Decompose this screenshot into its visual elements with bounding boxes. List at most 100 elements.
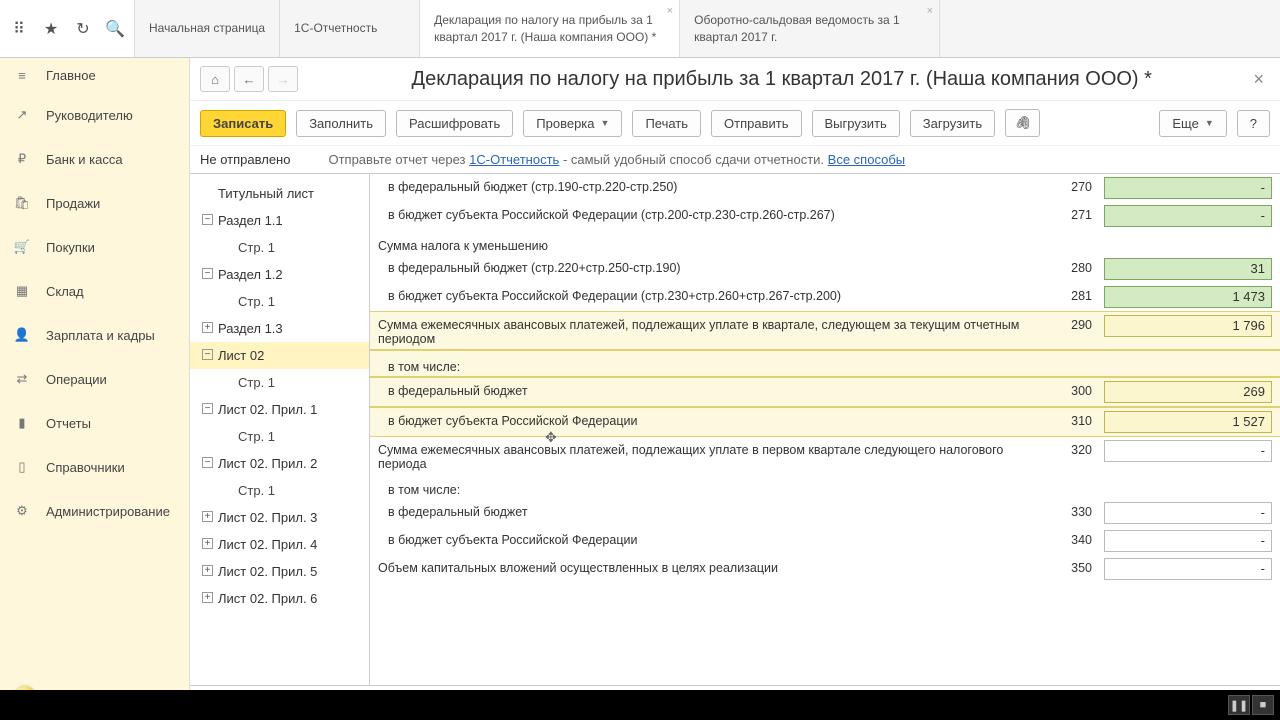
- print-button[interactable]: Печать: [632, 110, 701, 137]
- sidebar-item-1[interactable]: ↗Руководителю: [0, 93, 189, 137]
- tree-node[interactable]: +Лист 02. Прил. 6: [190, 585, 369, 612]
- sidebar-item-4[interactable]: 🛒Покупки: [0, 225, 189, 269]
- row-label: в федеральный бюджет: [378, 381, 1064, 398]
- pause-icon[interactable]: ❚❚: [1228, 695, 1250, 715]
- save-button[interactable]: Записать: [200, 110, 286, 137]
- row-value-input[interactable]: 1 473: [1104, 286, 1272, 308]
- star-icon[interactable]: ★: [42, 20, 60, 38]
- tab-2[interactable]: Декларация по налогу на прибыль за 1 ква…: [420, 0, 680, 57]
- left-sidebar: ≡Главное↗Руководителю₽Банк и касса🛍Прода…: [0, 58, 190, 720]
- sidebar-item-label: Отчеты: [46, 416, 91, 431]
- row-label: в бюджет субъекта Российской Федерации (…: [378, 286, 1064, 303]
- stop-icon[interactable]: ■: [1252, 695, 1274, 715]
- check-button[interactable]: Проверка▼: [523, 110, 622, 137]
- sidebar-item-label: Склад: [46, 284, 84, 299]
- sidebar-item-6[interactable]: 👤Зарплата и кадры: [0, 313, 189, 357]
- collapse-icon[interactable]: −: [202, 349, 213, 360]
- sidebar-item-0[interactable]: ≡Главное: [0, 58, 189, 93]
- tree-node[interactable]: −Раздел 1.2: [190, 261, 369, 288]
- sidebar-item-9[interactable]: ▯Справочники: [0, 445, 189, 489]
- row-code: 281: [1064, 286, 1104, 303]
- close-icon[interactable]: ×: [1247, 69, 1270, 90]
- fill-button[interactable]: Заполнить: [296, 110, 386, 137]
- history-icon[interactable]: ↻: [74, 20, 92, 38]
- row-label: в бюджет субъекта Российской Федерации (…: [378, 205, 1064, 222]
- import-button[interactable]: Загрузить: [910, 110, 995, 137]
- sidebar-item-10[interactable]: ⚙Администрирование: [0, 489, 189, 533]
- tree-node[interactable]: Стр. 1: [190, 234, 369, 261]
- tree-node[interactable]: Стр. 1: [190, 369, 369, 396]
- status-hint: Отправьте отчет через 1С-Отчетность - са…: [328, 152, 905, 167]
- tree-node[interactable]: −Лист 02. Прил. 2: [190, 450, 369, 477]
- row-value-input[interactable]: -: [1104, 558, 1272, 580]
- sidebar-item-label: Зарплата и кадры: [46, 328, 155, 343]
- expand-icon[interactable]: +: [202, 322, 213, 333]
- row-value-input[interactable]: 1 527: [1104, 411, 1272, 433]
- tab-1[interactable]: 1С-Отчетность: [280, 0, 420, 57]
- form-row: в том числе:: [370, 474, 1280, 499]
- toolbar: Записать Заполнить Расшифровать Проверка…: [190, 101, 1280, 146]
- back-button[interactable]: ←: [234, 66, 264, 92]
- more-button[interactable]: Еще▼: [1159, 110, 1226, 137]
- apps-icon[interactable]: ⠿: [10, 20, 28, 38]
- tree-node[interactable]: +Лист 02. Прил. 4: [190, 531, 369, 558]
- tree-node[interactable]: −Лист 02. Прил. 1: [190, 396, 369, 423]
- row-value-input[interactable]: 1 796: [1104, 315, 1272, 337]
- sidebar-item-label: Главное: [46, 68, 96, 83]
- expand-icon[interactable]: +: [202, 511, 213, 522]
- sidebar-item-8[interactable]: ▮Отчеты: [0, 401, 189, 445]
- expand-icon[interactable]: +: [202, 565, 213, 576]
- export-button[interactable]: Выгрузить: [812, 110, 900, 137]
- sidebar-item-label: Продажи: [46, 196, 100, 211]
- document-header: ⌂ ← → Декларация по налогу на прибыль за…: [190, 58, 1280, 101]
- top-bar: ⠿ ★ ↻ 🔍 Начальная страница1С-ОтчетностьД…: [0, 0, 1280, 58]
- collapse-icon[interactable]: −: [202, 457, 213, 468]
- tree-node[interactable]: Титульный лист: [190, 180, 369, 207]
- row-value-input[interactable]: -: [1104, 440, 1272, 462]
- sidebar-item-2[interactable]: ₽Банк и касса: [0, 137, 189, 181]
- tree-node[interactable]: Стр. 1: [190, 477, 369, 504]
- expand-icon[interactable]: +: [202, 592, 213, 603]
- close-icon[interactable]: ×: [927, 4, 933, 19]
- forward-button[interactable]: →: [268, 66, 298, 92]
- help-button[interactable]: ?: [1237, 110, 1270, 137]
- link-1c-report[interactable]: 1С-Отчетность: [469, 152, 559, 167]
- tree-label: Стр. 1: [238, 429, 275, 444]
- tree-node[interactable]: +Лист 02. Прил. 3: [190, 504, 369, 531]
- sidebar-item-5[interactable]: ▦Склад: [0, 269, 189, 313]
- tab-3[interactable]: Оборотно-сальдовая ведомость за 1 кварта…: [680, 0, 940, 57]
- row-code: 300: [1064, 381, 1104, 398]
- link-all-methods[interactable]: Все способы: [828, 152, 905, 167]
- collapse-icon[interactable]: −: [202, 268, 213, 279]
- tree-node[interactable]: −Лист 02: [190, 342, 369, 369]
- tree-node[interactable]: −Раздел 1.1: [190, 207, 369, 234]
- collapse-icon[interactable]: −: [202, 403, 213, 414]
- sidebar-item-3[interactable]: 🛍Продажи: [0, 181, 189, 225]
- decode-button[interactable]: Расшифровать: [396, 110, 513, 137]
- row-value-input[interactable]: -: [1104, 205, 1272, 227]
- form-row: в бюджет субъекта Российской Федерации (…: [370, 283, 1280, 311]
- expand-icon[interactable]: +: [202, 538, 213, 549]
- tree-node[interactable]: +Лист 02. Прил. 5: [190, 558, 369, 585]
- attach-button[interactable]: 🖇: [1005, 109, 1040, 137]
- tab-label: Оборотно-сальдовая ведомость за 1 кварта…: [694, 12, 925, 46]
- tree-node[interactable]: Стр. 1: [190, 288, 369, 315]
- row-value-input[interactable]: -: [1104, 530, 1272, 552]
- row-value-input[interactable]: 31: [1104, 258, 1272, 280]
- tree-node[interactable]: +Раздел 1.3: [190, 315, 369, 342]
- tree-label: Лист 02. Прил. 2: [218, 456, 317, 471]
- search-icon[interactable]: 🔍: [106, 20, 124, 38]
- form-row: в федеральный бюджет330-: [370, 499, 1280, 527]
- sidebar-item-7[interactable]: ⇄Операции: [0, 357, 189, 401]
- home-button[interactable]: ⌂: [200, 66, 230, 92]
- close-icon[interactable]: ×: [667, 4, 673, 19]
- row-value-input[interactable]: -: [1104, 502, 1272, 524]
- row-label: в том числе:: [378, 480, 1272, 497]
- row-value-input[interactable]: -: [1104, 177, 1272, 199]
- tree-node[interactable]: Стр. 1: [190, 423, 369, 450]
- tab-0[interactable]: Начальная страница: [135, 0, 280, 57]
- collapse-icon[interactable]: −: [202, 214, 213, 225]
- row-value-input[interactable]: 269: [1104, 381, 1272, 403]
- row-label: в бюджет субъекта Российской Федерации: [378, 411, 1064, 428]
- send-button[interactable]: Отправить: [711, 110, 801, 137]
